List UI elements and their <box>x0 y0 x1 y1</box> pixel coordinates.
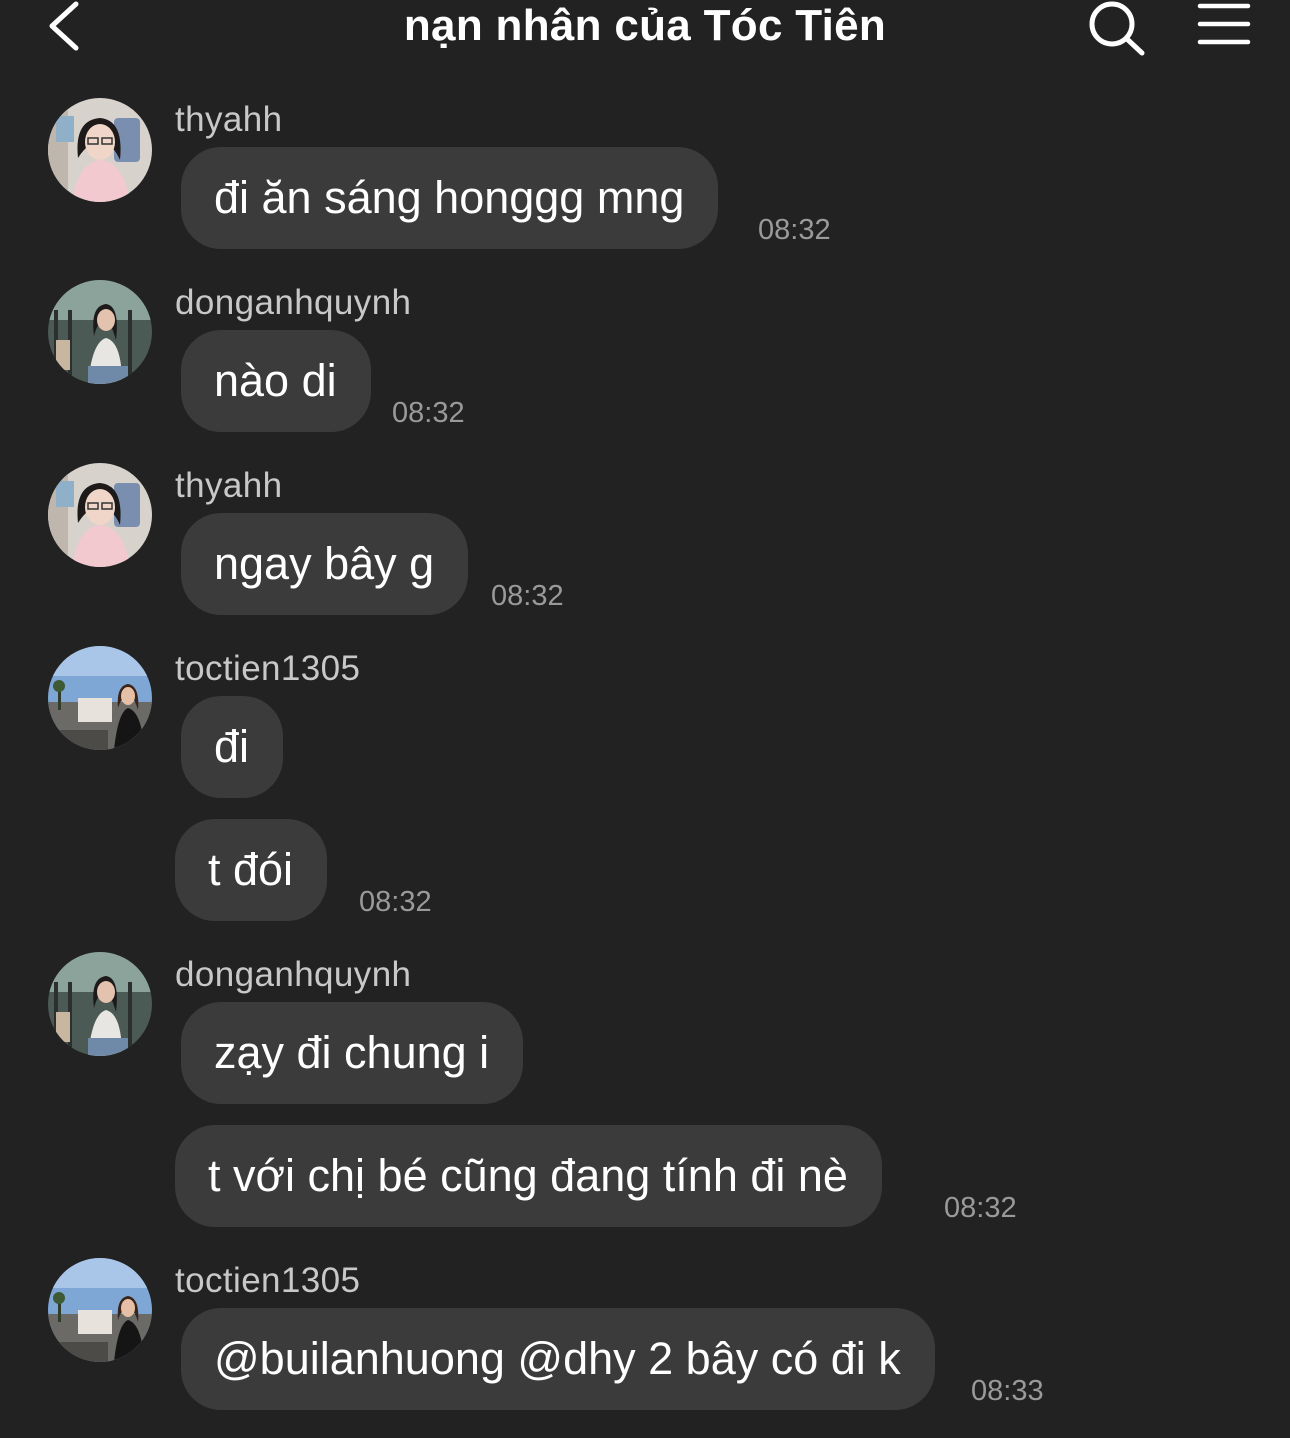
message-bubble[interactable]: đi <box>181 696 284 798</box>
message-timestamp: 08:32 <box>491 580 564 612</box>
message-username: toctien1305 <box>175 1261 361 1300</box>
message-timestamp: 08:32 <box>944 1192 1017 1224</box>
message-text: t đói <box>208 844 294 895</box>
message-timestamp: 08:32 <box>392 397 465 429</box>
message-text: zạy đi chung i <box>214 1027 490 1078</box>
message-bubble[interactable]: t đói <box>175 819 328 921</box>
message-username: thyahh <box>175 466 283 505</box>
message-text: đi <box>214 721 250 772</box>
message-text: đi ăn sáng honggg mng <box>214 172 685 223</box>
message-bubble[interactable]: t với chị bé cũng đang tính đi nè <box>175 1125 882 1227</box>
hamburger-menu-icon <box>1197 3 1251 45</box>
message-username: toctien1305 <box>175 649 361 688</box>
message-bubble[interactable]: zạy đi chung i <box>181 1002 524 1104</box>
message-text: nào di <box>214 355 337 406</box>
message-timestamp: 08:33 <box>971 1375 1044 1407</box>
search-button[interactable] <box>1086 0 1148 56</box>
message-text: @builanhuong @dhy 2 bây có đi k <box>214 1333 901 1384</box>
chat-header: nạn nhân của Tóc Tiên <box>0 0 1290 60</box>
search-icon <box>1089 1 1145 56</box>
message-username: donganhquynh <box>175 283 412 322</box>
message-bubble[interactable]: ngay bây g <box>181 513 469 615</box>
message-bubble[interactable]: đi ăn sáng honggg mng <box>181 147 719 249</box>
message-bubble[interactable]: nào di <box>181 330 371 432</box>
avatar-thyahh[interactable] <box>48 98 152 202</box>
message-username: thyahh <box>175 100 283 139</box>
message-text: t với chị bé cũng đang tính đi nè <box>208 1150 848 1201</box>
message-username: donganhquynh <box>175 955 412 994</box>
menu-button[interactable] <box>1196 2 1252 52</box>
avatar-donganhquynh[interactable] <box>48 280 152 384</box>
message-timestamp: 08:32 <box>758 214 831 246</box>
avatar-toctien1305[interactable] <box>48 646 152 750</box>
avatar-toctien1305[interactable] <box>48 1258 152 1362</box>
chat-screen: nạn nhân của Tóc Tiên thyahh đi ăn sáng … <box>0 0 1290 1438</box>
message-text: ngay bây g <box>214 538 435 589</box>
message-bubble[interactable]: @builanhuong @dhy 2 bây có đi k <box>181 1308 935 1410</box>
avatar-donganhquynh[interactable] <box>48 952 152 1056</box>
avatar-thyahh[interactable] <box>48 463 152 567</box>
message-timestamp: 08:32 <box>359 886 432 918</box>
